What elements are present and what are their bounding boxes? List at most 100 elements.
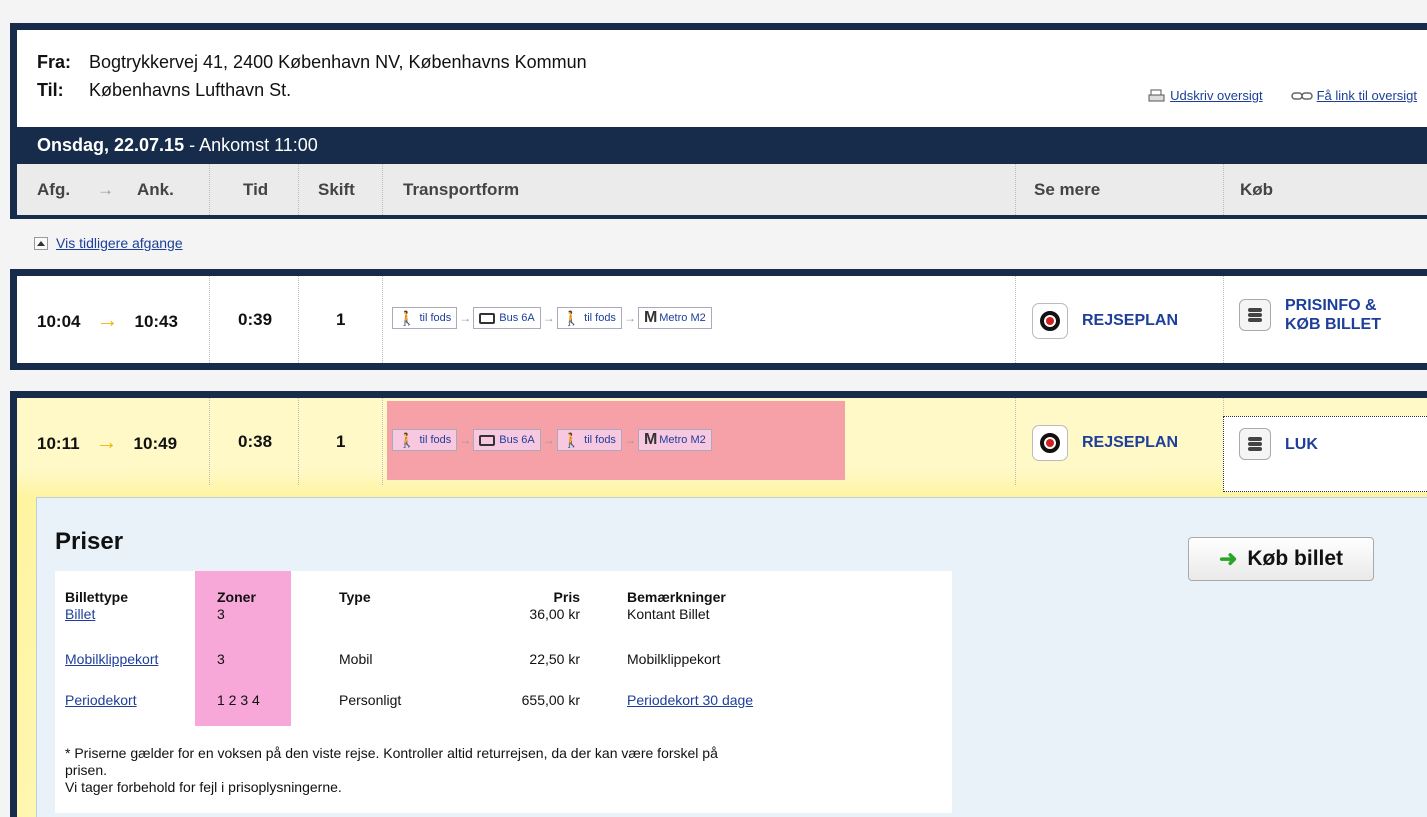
arrow-right-icon: → bbox=[96, 307, 119, 332]
from-label: Fra: bbox=[37, 52, 72, 72]
join-arrow-icon: → bbox=[459, 433, 472, 447]
col-changes: Skift bbox=[318, 180, 355, 199]
overview-links: Udskriv oversigt Få link til oversigt bbox=[1148, 88, 1417, 103]
segment-walk[interactable]: 🚶 til fods bbox=[556, 429, 622, 451]
rejseplanen-logo-icon bbox=[1032, 303, 1068, 339]
col-divider bbox=[209, 164, 210, 215]
from-value: Bogtrykkervej 41, 2400 København NV, Køb… bbox=[89, 52, 587, 72]
departure-time: 10:11 bbox=[37, 434, 80, 453]
route-summary: Fra: Bogtrykkervej 41, 2400 København NV,… bbox=[37, 48, 587, 104]
close-link[interactable]: LUK bbox=[1239, 428, 1318, 460]
metro-icon: M bbox=[643, 309, 657, 326]
segment-walk[interactable]: 🚶 til fods bbox=[392, 429, 458, 451]
row-zones: 1 2 3 4 bbox=[217, 692, 260, 708]
rejseplan-label[interactable]: REJSEPLAN bbox=[1082, 434, 1178, 452]
chain-link-icon bbox=[1290, 91, 1313, 100]
get-link-to-overview[interactable]: Få link til oversigt bbox=[1317, 88, 1417, 103]
walk-icon: 🚶 bbox=[398, 309, 416, 326]
segment-walk[interactable]: 🚶 til fods bbox=[392, 307, 458, 329]
join-arrow-icon: → bbox=[542, 311, 555, 325]
segment-walk[interactable]: 🚶 til fods bbox=[556, 307, 622, 329]
transport-chain[interactable]: 🚶 til fods → Bus 6A → 🚶 til fods → M Metro … bbox=[392, 304, 712, 332]
trip-changes: 1 bbox=[336, 310, 346, 329]
ticket-link-mobilklippekort[interactable]: Mobilklippekort bbox=[65, 651, 158, 667]
header-type: Type bbox=[339, 589, 371, 605]
row-type: Personligt bbox=[339, 692, 402, 708]
col-divider bbox=[1223, 276, 1224, 363]
trip-times: 10:11 → 10:49 bbox=[37, 398, 177, 485]
col-divider bbox=[1223, 164, 1224, 215]
price-info-buy-link[interactable]: PRISINFO & KØB BILLET bbox=[1239, 296, 1381, 334]
col-divider bbox=[298, 276, 299, 363]
expand-up-icon bbox=[34, 236, 48, 250]
rejseplan-link[interactable]: REJSEPLAN bbox=[1032, 425, 1178, 461]
row-type: Mobil bbox=[339, 651, 373, 667]
ticket-link-periodekort[interactable]: Periodekort bbox=[65, 692, 137, 708]
row-price: 655,00 kr bbox=[521, 692, 580, 708]
buy-label[interactable]: PRISINFO & KØB BILLET bbox=[1285, 296, 1381, 334]
col-transport: Transportform bbox=[403, 180, 520, 199]
bus-icon bbox=[479, 312, 496, 324]
segment-bus[interactable]: Bus 6A bbox=[473, 429, 541, 451]
col-divider bbox=[382, 164, 383, 215]
col-duration: Tid bbox=[243, 180, 269, 199]
departure-time: 10:04 bbox=[37, 312, 81, 331]
walk-icon: 🚶 bbox=[562, 309, 581, 326]
trip-row[interactable]: 10:04 → 10:43 0:39 1 🚶 til fods → Bus 6A → … bbox=[10, 269, 1427, 370]
header-ticket-type: Billettype bbox=[65, 589, 129, 605]
col-divider bbox=[1015, 398, 1016, 485]
col-arrival: Ank. bbox=[137, 180, 174, 199]
col-see-more: Se mere bbox=[1034, 180, 1101, 199]
segment-metro[interactable]: M Metro M2 bbox=[637, 429, 712, 451]
buy-ticket-button[interactable]: ➜ Køb billet bbox=[1188, 537, 1374, 581]
col-buy: Køb bbox=[1240, 180, 1274, 199]
col-divider bbox=[209, 398, 210, 485]
trip-row-expanded[interactable]: 10:11 → 10:49 0:38 1 🚶 til fods → Bus 6A → … bbox=[10, 391, 1427, 817]
transport-chain[interactable]: 🚶 til fods → Bus 6A → 🚶 til fods → M Metro … bbox=[392, 426, 712, 454]
to-value: Københavns Lufthavn St. bbox=[89, 80, 292, 100]
row-zones: 3 bbox=[217, 606, 225, 622]
get-link-wrap[interactable]: Få link til oversigt bbox=[1290, 88, 1417, 103]
show-earlier-link[interactable]: Vis tidligere afgange bbox=[56, 235, 183, 251]
row-zones: 3 bbox=[217, 651, 225, 667]
show-earlier-departures[interactable]: Vis tidligere afgange bbox=[34, 235, 183, 251]
periodekort-30-link[interactable]: Periodekort 30 dage bbox=[627, 692, 753, 708]
price-table: Billettype Zoner Type Pris Bemærkninger … bbox=[55, 571, 952, 813]
col-divider bbox=[382, 276, 383, 363]
rejseplanen-logo-icon bbox=[1032, 425, 1068, 461]
segment-metro[interactable]: M Metro M2 bbox=[637, 307, 712, 329]
arrival-time: - Ankomst 11:00 bbox=[184, 135, 318, 155]
metro-icon: M bbox=[643, 431, 657, 448]
col-departure: Afg. bbox=[37, 180, 71, 199]
ticket-link-billet[interactable]: Billet bbox=[65, 606, 95, 622]
printer-icon bbox=[1148, 89, 1165, 101]
row-remark: Kontant Billet bbox=[627, 606, 710, 622]
arrow-right-icon: → bbox=[95, 429, 118, 454]
col-divider bbox=[1015, 276, 1016, 363]
price-disclaimer: * Priserne gælder for en voksen på den v… bbox=[65, 745, 718, 795]
join-arrow-icon: → bbox=[542, 433, 555, 447]
rejseplan-link[interactable]: REJSEPLAN bbox=[1032, 303, 1178, 339]
coins-icon bbox=[1239, 299, 1271, 331]
row-remark: Mobilklippekort bbox=[627, 651, 721, 667]
col-divider bbox=[382, 398, 383, 485]
trip-duration: 0:39 bbox=[238, 310, 273, 329]
print-overview-link[interactable]: Udskriv oversigt bbox=[1170, 88, 1262, 103]
prices-title: Priser bbox=[55, 528, 124, 555]
to-label: Til: bbox=[37, 80, 64, 100]
join-arrow-icon: → bbox=[459, 311, 472, 325]
print-overview-link-wrap[interactable]: Udskriv oversigt bbox=[1148, 88, 1263, 103]
header-remarks: Bemærkninger bbox=[627, 589, 726, 605]
arrival-time: 10:43 bbox=[134, 312, 178, 331]
buy-ticket-label: Køb billet bbox=[1247, 547, 1344, 570]
join-arrow-icon: → bbox=[623, 433, 636, 447]
travel-date: Onsdag, 22.07.15 bbox=[37, 135, 185, 155]
segment-bus[interactable]: Bus 6A bbox=[473, 307, 541, 329]
close-label[interactable]: LUK bbox=[1285, 435, 1318, 454]
trip-times: 10:04 → 10:43 bbox=[37, 276, 178, 363]
row-price: 22,50 kr bbox=[529, 651, 580, 667]
col-divider bbox=[209, 276, 210, 363]
row-price: 36,00 kr bbox=[529, 606, 580, 622]
bus-icon bbox=[479, 434, 496, 446]
rejseplan-label[interactable]: REJSEPLAN bbox=[1082, 312, 1178, 330]
